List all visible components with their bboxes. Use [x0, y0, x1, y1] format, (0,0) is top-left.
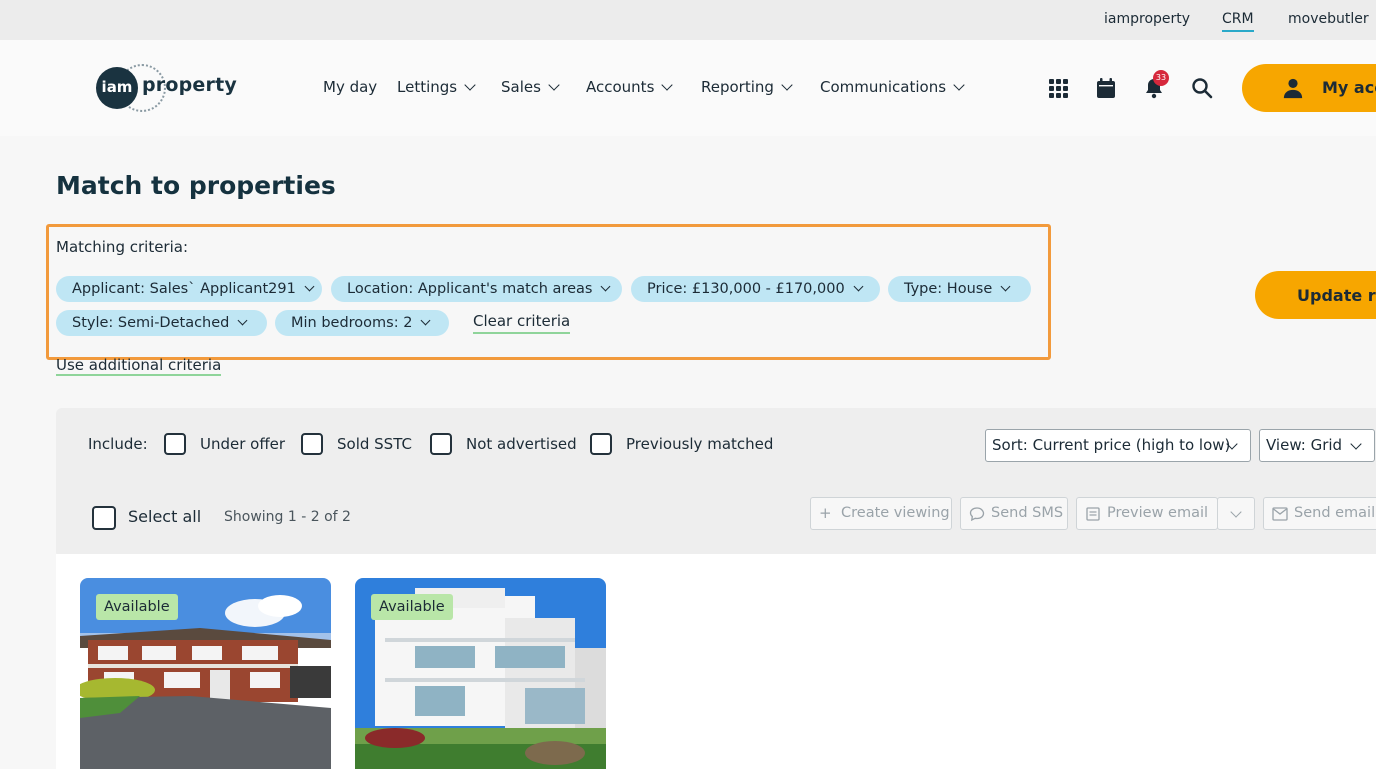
results-count: Showing 1 - 2 of 2: [224, 509, 351, 525]
nav-accounts[interactable]: Accounts: [586, 78, 674, 96]
nav-label: My day: [323, 78, 378, 96]
checkbox-sold-sstc[interactable]: [301, 433, 323, 455]
include-label: Include:: [88, 435, 148, 453]
nav-label: Accounts: [586, 78, 655, 96]
nav-label: Communications: [820, 78, 947, 96]
create-viewing-button[interactable]: + Create viewing: [810, 497, 952, 530]
select-all-label: Select all: [128, 507, 202, 526]
page-title: Match to properties: [56, 171, 336, 200]
logo-word: property: [142, 74, 237, 96]
topbar-link-movebutler[interactable]: movebutler: [1288, 11, 1369, 27]
apps-grid-icon[interactable]: [1046, 76, 1070, 100]
chip-applicant[interactable]: Applicant: Sales` Applicant291: [56, 276, 322, 302]
status-badge: Available: [371, 594, 453, 620]
logo-mark: iam: [96, 67, 138, 109]
preview-email-dropdown[interactable]: [1217, 497, 1255, 530]
topbar-link-iamproperty[interactable]: iamproperty: [1104, 11, 1190, 27]
checkbox-under-offer[interactable]: [164, 433, 186, 455]
sort-select[interactable]: Sort: Current price (high to low): [985, 429, 1251, 462]
matching-criteria-label: Matching criteria:: [56, 238, 189, 256]
chevron-down-icon: [1350, 438, 1362, 450]
action-label: Send email: [1294, 505, 1376, 521]
chevron-down-icon: [661, 79, 674, 91]
my-account-button[interactable]: My acco: [1242, 64, 1376, 112]
sort-value: Sort: Current price (high to low): [992, 436, 1231, 454]
chip-label: Min bedrooms: 2: [291, 315, 413, 331]
chip-price[interactable]: Price: £130,000 - £170,000: [631, 276, 880, 302]
envelope-icon: [1272, 507, 1288, 521]
chevron-down-icon: [548, 79, 560, 91]
view-select[interactable]: View: Grid: [1259, 429, 1375, 462]
chip-label: Style: Semi-Detached: [72, 315, 230, 331]
checkbox-not-advertised[interactable]: [430, 433, 452, 455]
nav-label: Lettings: [397, 78, 458, 96]
select-all-checkbox[interactable]: [92, 506, 116, 530]
send-email-button[interactable]: Send email: [1263, 497, 1376, 530]
chip-location[interactable]: Location: Applicant's match areas: [331, 276, 622, 302]
action-label: Preview email: [1107, 505, 1209, 521]
chevron-down-icon: [304, 281, 315, 292]
main-nav: iam property My day Lettings Sales Accou…: [0, 40, 1376, 136]
checkbox-label: Previously matched: [626, 435, 774, 453]
send-sms-button[interactable]: Send SMS: [960, 497, 1068, 530]
chevron-down-icon: [464, 79, 476, 91]
chevron-down-icon: [421, 315, 431, 326]
clear-criteria-link[interactable]: Clear criteria: [473, 312, 571, 334]
my-account-label: My acco: [1322, 78, 1376, 97]
additional-criteria-link[interactable]: Use additional criteria: [56, 356, 222, 376]
chevron-down-icon: [1000, 281, 1011, 292]
chip-label: Applicant: Sales` Applicant291: [72, 281, 296, 297]
chevron-down-icon: [1230, 506, 1242, 518]
checkbox-label: Not advertised: [466, 435, 577, 453]
topbar-link-crm[interactable]: CRM: [1222, 11, 1254, 32]
chevron-down-icon: [781, 79, 793, 91]
calendar-icon[interactable]: [1094, 76, 1118, 100]
notification-badge: 33: [1153, 70, 1169, 86]
action-label: Create viewing: [841, 505, 950, 521]
utility-bar: iamproperty CRM movebutler: [0, 0, 1376, 40]
nav-reporting[interactable]: Reporting: [701, 78, 793, 96]
email-preview-icon: [1086, 507, 1100, 521]
nav-label: Sales: [501, 78, 541, 96]
nav-label: Reporting: [701, 78, 774, 96]
plus-icon: +: [819, 504, 832, 522]
update-results-button[interactable]: Update re: [1255, 271, 1376, 319]
nav-sales[interactable]: Sales: [501, 78, 560, 96]
user-icon: [1283, 78, 1303, 99]
chip-label: Price: £130,000 - £170,000: [647, 281, 845, 297]
chevron-down-icon: [237, 315, 248, 326]
chevron-down-icon: [953, 79, 965, 91]
status-badge: Available: [96, 594, 178, 620]
search-icon[interactable]: [1190, 76, 1214, 100]
chevron-down-icon: [853, 281, 864, 292]
nav-my-day[interactable]: My day: [323, 78, 377, 96]
chip-label: Location: Applicant's match areas: [347, 281, 593, 297]
logo[interactable]: iam property: [96, 64, 237, 112]
view-value: View: Grid: [1266, 436, 1343, 454]
checkbox-previously-matched[interactable]: [590, 433, 612, 455]
chat-icon: [969, 507, 985, 522]
checkbox-label: Under offer: [200, 435, 286, 453]
chip-min-bedrooms[interactable]: Min bedrooms: 2: [275, 310, 449, 336]
update-results-label: Update re: [1297, 286, 1376, 305]
nav-communications[interactable]: Communications: [820, 78, 965, 96]
nav-lettings[interactable]: Lettings: [397, 78, 476, 96]
action-label: Send SMS: [991, 505, 1064, 521]
preview-email-button[interactable]: Preview email: [1076, 497, 1218, 530]
chip-type[interactable]: Type: House: [888, 276, 1031, 302]
checkbox-label: Sold SSTC: [337, 435, 412, 453]
chip-label: Type: House: [904, 281, 993, 297]
chip-style[interactable]: Style: Semi-Detached: [56, 310, 267, 336]
chevron-down-icon: [601, 281, 611, 292]
